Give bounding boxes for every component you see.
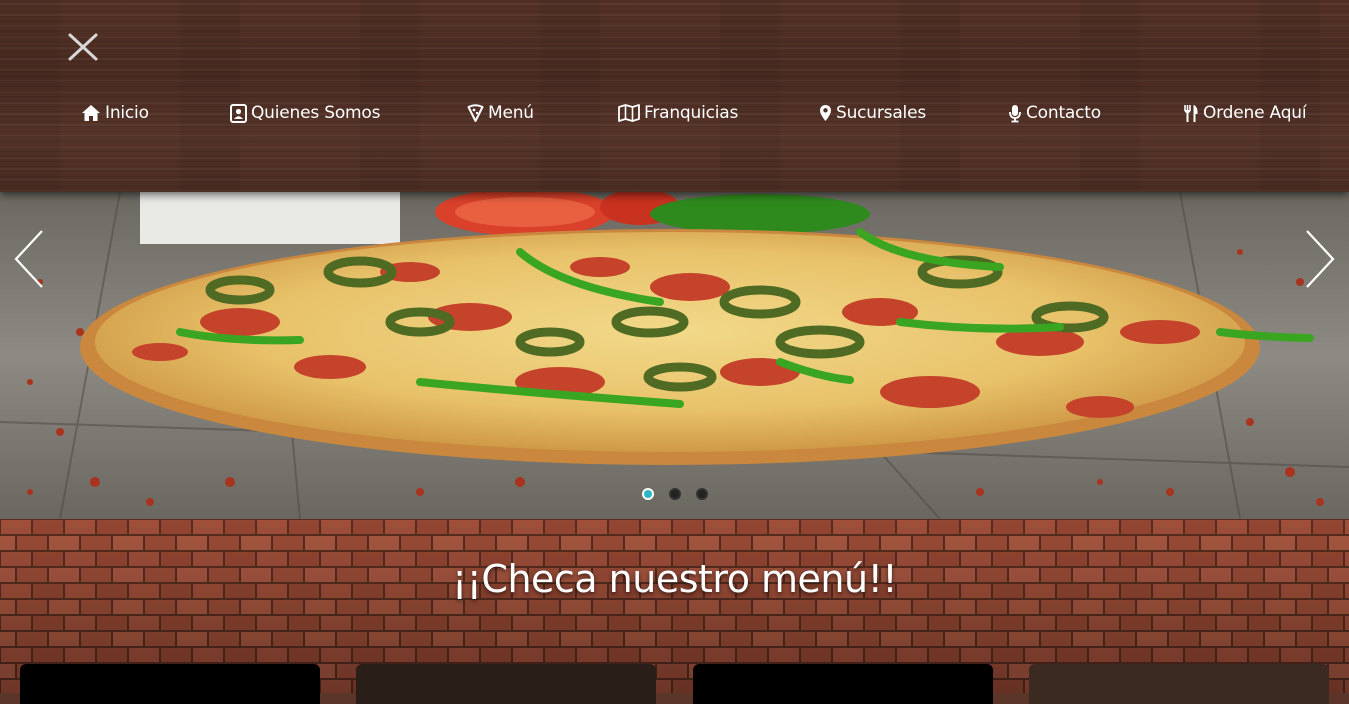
menu-card-2[interactable]	[356, 664, 656, 704]
nav-label: Inicio	[105, 103, 149, 123]
nav-label: Franquicias	[644, 103, 739, 123]
nav-item-inicio[interactable]: Inicio	[81, 98, 149, 128]
carousel-dot-3[interactable]	[696, 488, 708, 500]
nav-label: Contacto	[1026, 103, 1101, 123]
carousel-dot-2[interactable]	[669, 488, 681, 500]
main-nav: Inicio Quienes Somos Menú Franquicias Su…	[0, 98, 1349, 128]
menu-card-3[interactable]	[693, 664, 993, 704]
menu-section-title: ¡¡Checa nuestro menú!!	[451, 557, 898, 601]
microphone-icon	[1009, 104, 1021, 122]
carousel-dot-1[interactable]	[642, 488, 654, 500]
carousel-prev-button[interactable]	[12, 228, 46, 290]
menu-card-1[interactable]	[20, 664, 320, 704]
nav-item-franquicias[interactable]: Franquicias	[618, 98, 738, 128]
nav-label: Quienes Somos	[251, 103, 381, 123]
site-header: Inicio Quienes Somos Menú Franquicias Su…	[0, 0, 1349, 192]
close-icon	[68, 33, 98, 61]
chevron-right-icon	[1306, 230, 1335, 288]
nav-item-ordene-aqui[interactable]: Ordene Aquí	[1183, 98, 1307, 128]
home-icon	[82, 105, 100, 121]
cutlery-icon	[1184, 104, 1198, 122]
nav-item-menu[interactable]: Menú	[467, 98, 534, 128]
chevron-left-icon	[14, 230, 43, 288]
menu-card-4[interactable]	[1029, 664, 1329, 704]
nav-item-quienes-somos[interactable]: Quienes Somos	[230, 98, 380, 128]
nav-item-sucursales[interactable]: Sucursales	[819, 98, 926, 128]
nav-label: Ordene Aquí	[1203, 103, 1307, 123]
pizza-slide-image	[0, 192, 1349, 519]
pizza-slice-icon	[467, 104, 484, 122]
close-menu-button[interactable]	[66, 32, 100, 62]
map-icon	[618, 104, 640, 122]
nav-label: Sucursales	[836, 103, 926, 123]
nav-item-contacto[interactable]: Contacto	[1008, 98, 1101, 128]
contact-card-icon	[230, 103, 247, 123]
nav-label: Menú	[488, 103, 534, 123]
map-marker-icon	[820, 105, 831, 121]
carousel-indicators	[0, 488, 1349, 500]
hero-carousel	[0, 192, 1349, 519]
carousel-next-button[interactable]	[1303, 228, 1337, 290]
